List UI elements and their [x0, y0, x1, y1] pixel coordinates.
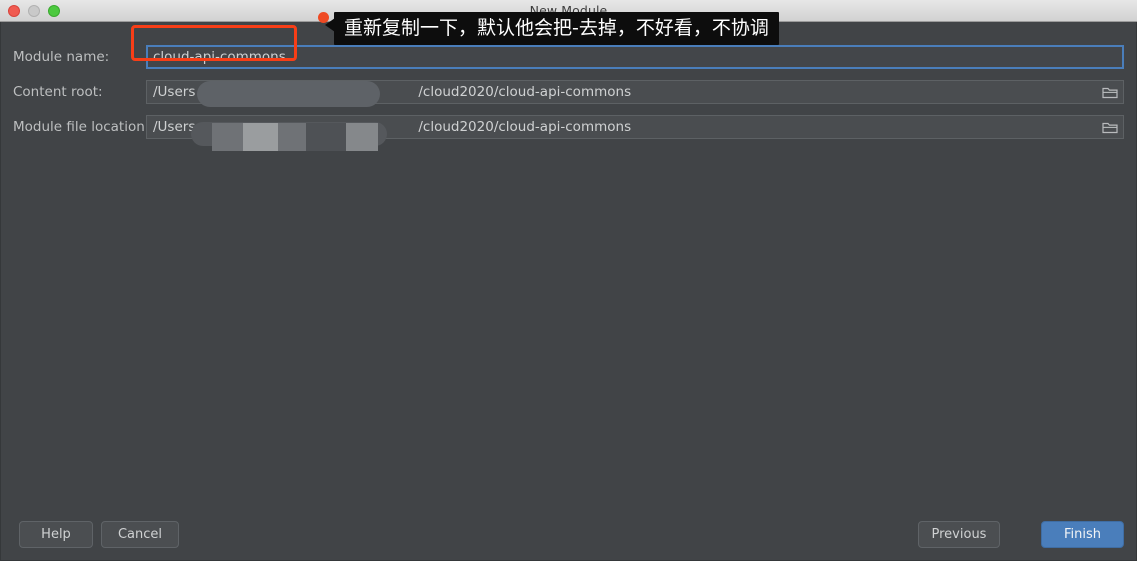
help-button[interactable]: Help — [19, 521, 93, 548]
content-root-input[interactable]: /Users/cloud2020/cloud-api-commons — [146, 80, 1124, 104]
folder-icon — [1102, 87, 1118, 98]
finish-button[interactable]: Finish — [1041, 521, 1124, 548]
folder-icon — [1102, 122, 1118, 133]
module-file-location-value-suffix: /cloud2020/cloud-api-commons — [418, 119, 632, 135]
annotation-tooltip: 重新复制一下，默认他会把-去掉，不好看，不协调 — [334, 12, 779, 45]
previous-button[interactable]: Previous — [918, 521, 1000, 548]
content-root-label: Content root: — [13, 84, 103, 100]
dialog-body: Module name: cloud-api-commons Content r… — [0, 22, 1137, 561]
form-row-module-file-location: Module file location: /Users/cloud2020/c… — [1, 115, 1137, 139]
module-file-location-browse-button[interactable] — [1096, 115, 1124, 139]
module-file-location-privacy-block — [306, 123, 346, 151]
module-file-location-privacy-block — [243, 123, 278, 151]
module-file-location-value-prefix: /Users — [153, 119, 196, 135]
content-root-browse-button[interactable] — [1096, 80, 1124, 104]
module-file-location-label: Module file location: — [13, 119, 150, 135]
module-name-label: Module name: — [13, 49, 110, 65]
module-file-location-privacy-block — [346, 123, 378, 151]
module-file-location-privacy-block — [278, 123, 306, 151]
module-file-location-privacy-block — [212, 123, 243, 151]
form-row-content-root: Content root: /Users/cloud2020/cloud-api… — [1, 80, 1137, 104]
module-name-input[interactable]: cloud-api-commons — [146, 45, 1124, 69]
cancel-button[interactable]: Cancel — [101, 521, 179, 548]
dialog-button-bar: Help Cancel Previous Finish — [1, 512, 1137, 560]
content-root-value-suffix: /cloud2020/cloud-api-commons — [418, 84, 632, 100]
form-row-module-name: Module name: cloud-api-commons — [1, 45, 1137, 69]
content-root-value-prefix: /Users — [153, 84, 196, 100]
new-module-dialog-window: New Module Module name: cloud-api-common… — [0, 0, 1137, 561]
